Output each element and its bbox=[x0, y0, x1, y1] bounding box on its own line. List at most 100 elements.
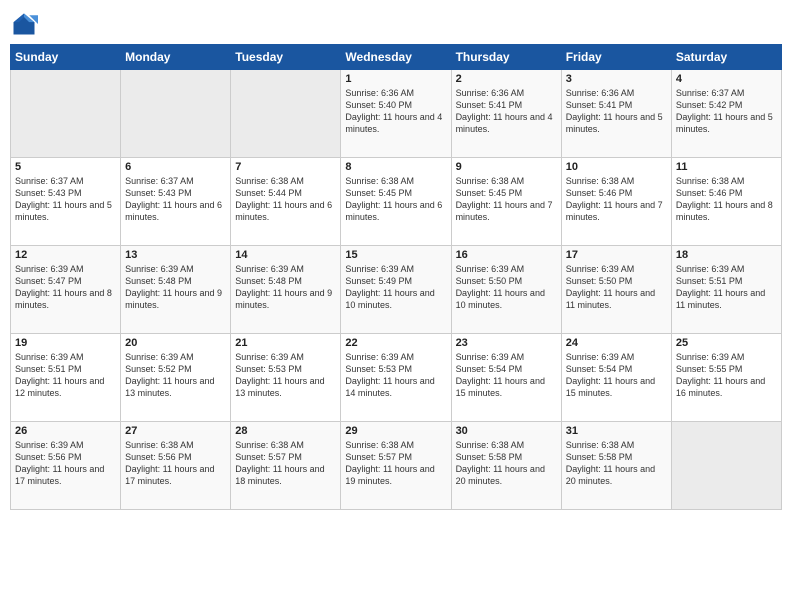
header bbox=[10, 10, 782, 38]
day-number: 16 bbox=[456, 249, 557, 261]
day-info: Sunrise: 6:39 AMSunset: 5:52 PMDaylight:… bbox=[125, 351, 226, 400]
day-info: Sunrise: 6:38 AMSunset: 5:44 PMDaylight:… bbox=[235, 175, 336, 224]
day-info: Sunrise: 6:39 AMSunset: 5:53 PMDaylight:… bbox=[345, 351, 446, 400]
calendar-cell: 19 Sunrise: 6:39 AMSunset: 5:51 PMDayligh… bbox=[11, 334, 121, 422]
day-info: Sunrise: 6:39 AMSunset: 5:48 PMDaylight:… bbox=[125, 263, 226, 312]
day-info: Sunrise: 6:37 AMSunset: 5:42 PMDaylight:… bbox=[676, 87, 777, 136]
calendar-header-tuesday: Tuesday bbox=[231, 45, 341, 70]
day-info: Sunrise: 6:39 AMSunset: 5:50 PMDaylight:… bbox=[566, 263, 667, 312]
calendar-week-row: 19 Sunrise: 6:39 AMSunset: 5:51 PMDayligh… bbox=[11, 334, 782, 422]
day-info: Sunrise: 6:39 AMSunset: 5:48 PMDaylight:… bbox=[235, 263, 336, 312]
day-number: 20 bbox=[125, 337, 226, 349]
day-number: 26 bbox=[15, 425, 116, 437]
calendar-cell: 28 Sunrise: 6:38 AMSunset: 5:57 PMDayligh… bbox=[231, 422, 341, 510]
calendar-header-saturday: Saturday bbox=[671, 45, 781, 70]
day-info: Sunrise: 6:39 AMSunset: 5:50 PMDaylight:… bbox=[456, 263, 557, 312]
day-info: Sunrise: 6:38 AMSunset: 5:46 PMDaylight:… bbox=[566, 175, 667, 224]
day-number: 25 bbox=[676, 337, 777, 349]
day-number: 10 bbox=[566, 161, 667, 173]
day-number: 3 bbox=[566, 73, 667, 85]
day-info: Sunrise: 6:36 AMSunset: 5:41 PMDaylight:… bbox=[566, 87, 667, 136]
day-info: Sunrise: 6:39 AMSunset: 5:47 PMDaylight:… bbox=[15, 263, 116, 312]
calendar-cell: 5Sunrise: 6:37 AMSunset: 5:43 PMDaylight… bbox=[11, 158, 121, 246]
day-number: 5 bbox=[15, 161, 116, 173]
day-number: 21 bbox=[235, 337, 336, 349]
day-info: Sunrise: 6:37 AMSunset: 5:43 PMDaylight:… bbox=[125, 175, 226, 224]
calendar-cell: 27Sunrise: 6:38 AMSunset: 5:56 PMDayligh… bbox=[121, 422, 231, 510]
day-number: 28 bbox=[235, 425, 336, 437]
calendar-header-thursday: Thursday bbox=[451, 45, 561, 70]
day-info: Sunrise: 6:39 AMSunset: 5:54 PMDaylight:… bbox=[456, 351, 557, 400]
day-info: Sunrise: 6:39 AMSunset: 5:56 PMDaylight:… bbox=[15, 439, 116, 488]
day-info: Sunrise: 6:39 AMSunset: 5:53 PMDaylight:… bbox=[235, 351, 336, 400]
calendar-cell: 22 Sunrise: 6:39 AMSunset: 5:53 PMDayligh… bbox=[341, 334, 451, 422]
day-number: 7 bbox=[235, 161, 336, 173]
calendar-cell: 7 Sunrise: 6:38 AMSunset: 5:44 PMDaylight… bbox=[231, 158, 341, 246]
calendar-cell: 16 Sunrise: 6:39 AMSunset: 5:50 PMDayligh… bbox=[451, 246, 561, 334]
day-info: Sunrise: 6:38 AMSunset: 5:46 PMDaylight:… bbox=[676, 175, 777, 224]
day-number: 6 bbox=[125, 161, 226, 173]
day-number: 30 bbox=[456, 425, 557, 437]
calendar-week-row: 12Sunrise: 6:39 AMSunset: 5:47 PMDayligh… bbox=[11, 246, 782, 334]
day-number: 8 bbox=[345, 161, 446, 173]
calendar-header-row: SundayMondayTuesdayWednesdayThursdayFrid… bbox=[11, 45, 782, 70]
calendar-cell bbox=[231, 70, 341, 158]
day-number: 29 bbox=[345, 425, 446, 437]
day-number: 17 bbox=[566, 249, 667, 261]
calendar-cell: 25 Sunrise: 6:39 AMSunset: 5:55 PMDayligh… bbox=[671, 334, 781, 422]
calendar-cell: 23Sunrise: 6:39 AMSunset: 5:54 PMDayligh… bbox=[451, 334, 561, 422]
day-info: Sunrise: 6:39 AMSunset: 5:49 PMDaylight:… bbox=[345, 263, 446, 312]
calendar-cell: 24Sunrise: 6:39 AMSunset: 5:54 PMDayligh… bbox=[561, 334, 671, 422]
page: SundayMondayTuesdayWednesdayThursdayFrid… bbox=[0, 0, 792, 612]
calendar-cell: 30 Sunrise: 6:38 AMSunset: 5:58 PMDayligh… bbox=[451, 422, 561, 510]
calendar-cell: 12Sunrise: 6:39 AMSunset: 5:47 PMDayligh… bbox=[11, 246, 121, 334]
calendar-cell: 29 Sunrise: 6:38 AMSunset: 5:57 PMDayligh… bbox=[341, 422, 451, 510]
calendar-cell: 4 Sunrise: 6:37 AMSunset: 5:42 PMDaylight… bbox=[671, 70, 781, 158]
day-info: Sunrise: 6:39 AMSunset: 5:51 PMDaylight:… bbox=[676, 263, 777, 312]
calendar-cell: 13 Sunrise: 6:39 AMSunset: 5:48 PMDayligh… bbox=[121, 246, 231, 334]
calendar-cell: 21 Sunrise: 6:39 AMSunset: 5:53 PMDayligh… bbox=[231, 334, 341, 422]
calendar-cell: 14 Sunrise: 6:39 AMSunset: 5:48 PMDayligh… bbox=[231, 246, 341, 334]
day-info: Sunrise: 6:38 AMSunset: 5:45 PMDaylight:… bbox=[456, 175, 557, 224]
day-info: Sunrise: 6:38 AMSunset: 5:58 PMDaylight:… bbox=[456, 439, 557, 488]
day-number: 18 bbox=[676, 249, 777, 261]
calendar-cell: 20 Sunrise: 6:39 AMSunset: 5:52 PMDayligh… bbox=[121, 334, 231, 422]
day-number: 4 bbox=[676, 73, 777, 85]
calendar-week-row: 1 Sunrise: 6:36 AMSunset: 5:40 PMDaylight… bbox=[11, 70, 782, 158]
calendar-header-friday: Friday bbox=[561, 45, 671, 70]
calendar-cell: 18 Sunrise: 6:39 AMSunset: 5:51 PMDayligh… bbox=[671, 246, 781, 334]
calendar-week-row: 5 Sunrise: 6:37 AMSunset: 5:43 PMDaylight… bbox=[11, 158, 782, 246]
day-number: 24 bbox=[566, 337, 667, 349]
day-number: 1 bbox=[345, 73, 446, 85]
calendar-header-wednesday: Wednesday bbox=[341, 45, 451, 70]
day-info: Sunrise: 6:38 AMSunset: 5:57 PMDaylight:… bbox=[345, 439, 446, 488]
day-info: Sunrise: 6:39 AMSunset: 5:51 PMDaylight:… bbox=[15, 351, 116, 400]
calendar-cell: 15 Sunrise: 6:39 AMSunset: 5:49 PMDayligh… bbox=[341, 246, 451, 334]
calendar-cell: 1 Sunrise: 6:36 AMSunset: 5:40 PMDaylight… bbox=[341, 70, 451, 158]
calendar-cell: 6 Sunrise: 6:37 AMSunset: 5:43 PMDaylight… bbox=[121, 158, 231, 246]
calendar-cell bbox=[671, 422, 781, 510]
day-number: 14 bbox=[235, 249, 336, 261]
day-number: 27 bbox=[125, 425, 226, 437]
calendar-cell: 2Sunrise: 6:36 AMSunset: 5:41 PMDaylight… bbox=[451, 70, 561, 158]
calendar-cell bbox=[11, 70, 121, 158]
day-number: 11 bbox=[676, 161, 777, 173]
day-info: Sunrise: 6:38 AMSunset: 5:58 PMDaylight:… bbox=[566, 439, 667, 488]
logo-icon bbox=[10, 10, 38, 38]
logo bbox=[10, 10, 40, 38]
calendar-cell: 9Sunrise: 6:38 AMSunset: 5:45 PMDaylight… bbox=[451, 158, 561, 246]
calendar-cell: 8 Sunrise: 6:38 AMSunset: 5:45 PMDaylight… bbox=[341, 158, 451, 246]
day-info: Sunrise: 6:38 AMSunset: 5:57 PMDaylight:… bbox=[235, 439, 336, 488]
day-info: Sunrise: 6:39 AMSunset: 5:55 PMDaylight:… bbox=[676, 351, 777, 400]
calendar-header-monday: Monday bbox=[121, 45, 231, 70]
calendar-week-row: 26 Sunrise: 6:39 AMSunset: 5:56 PMDayligh… bbox=[11, 422, 782, 510]
calendar-cell: 10 Sunrise: 6:38 AMSunset: 5:46 PMDayligh… bbox=[561, 158, 671, 246]
calendar-cell: 11 Sunrise: 6:38 AMSunset: 5:46 PMDayligh… bbox=[671, 158, 781, 246]
day-number: 19 bbox=[15, 337, 116, 349]
day-number: 2 bbox=[456, 73, 557, 85]
day-info: Sunrise: 6:36 AMSunset: 5:40 PMDaylight:… bbox=[345, 87, 446, 136]
day-number: 15 bbox=[345, 249, 446, 261]
day-info: Sunrise: 6:38 AMSunset: 5:45 PMDaylight:… bbox=[345, 175, 446, 224]
day-number: 13 bbox=[125, 249, 226, 261]
day-number: 22 bbox=[345, 337, 446, 349]
